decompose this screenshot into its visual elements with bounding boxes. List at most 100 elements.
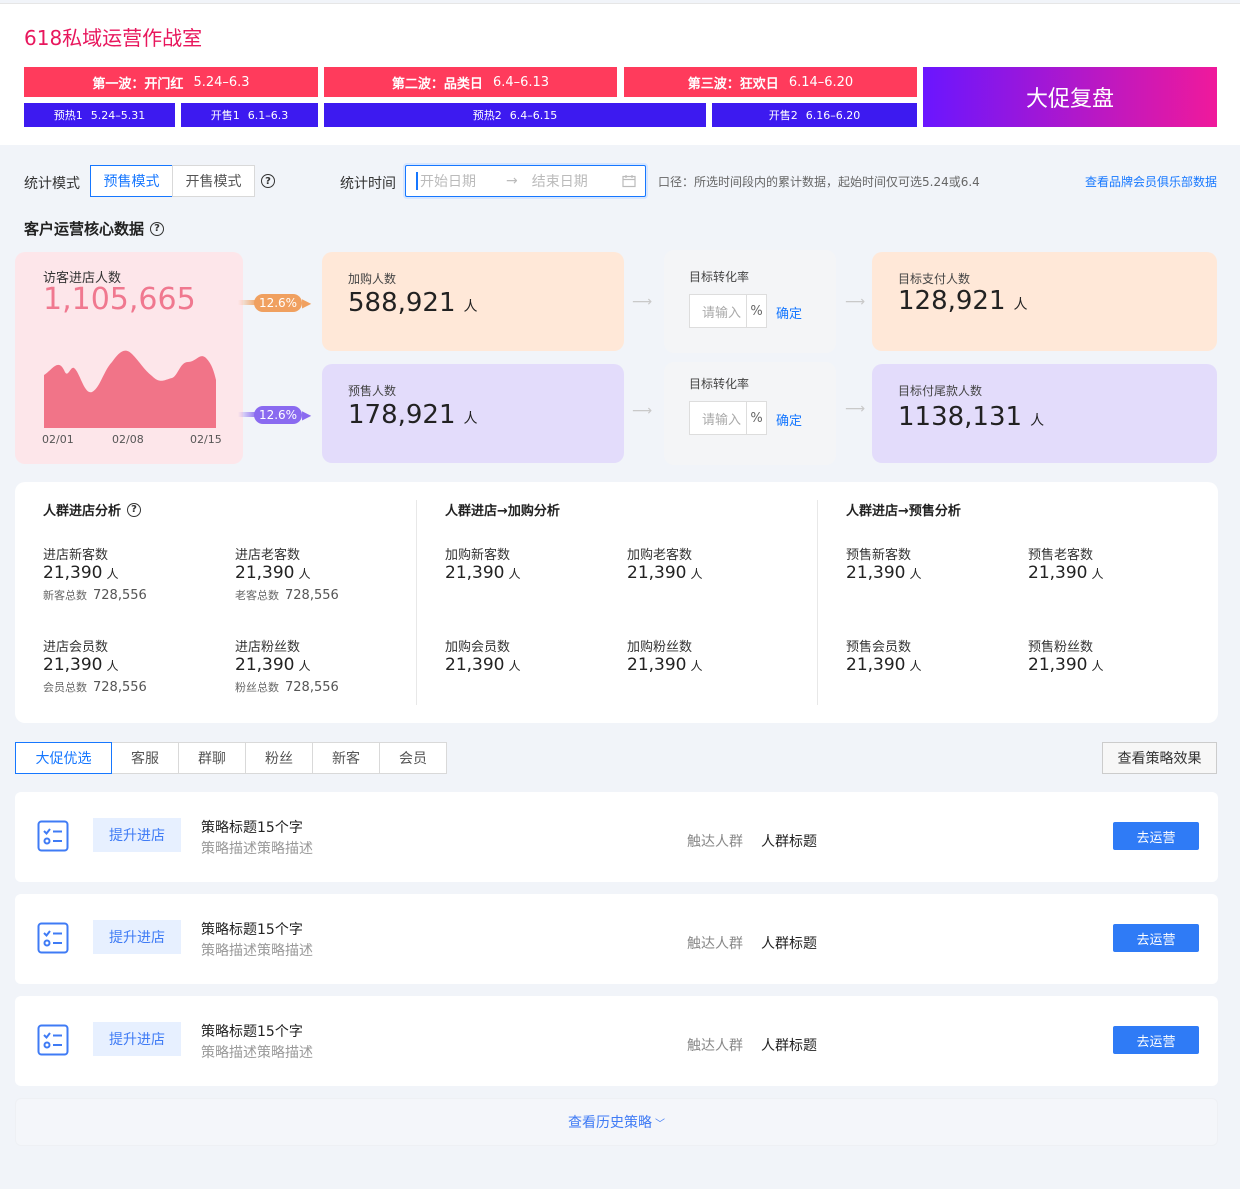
metric-value-row: 21,390 人 (627, 655, 703, 675)
reach-label: 触达人群 (687, 1038, 743, 1054)
metric-presale-old: 预售老客数 21,390 人 (1028, 544, 1104, 583)
checklist-icon (37, 820, 69, 852)
strategy-tag[interactable]: 提升进店 (93, 920, 181, 954)
wave-1-dates: 5.24–6.3 (193, 74, 250, 90)
metric-value-row: 21,390 人 (235, 563, 339, 583)
metric-cart-new: 加购新客数 21,390 人 (445, 544, 521, 583)
strategy-card: 提升进店 策略标题15个字 策略描述策略描述 触达人群 人群标题 去运营 (15, 792, 1218, 882)
metric-value-row: 21,390 人 (1028, 563, 1104, 583)
metric-unit: 人 (508, 567, 521, 581)
question-circle-icon[interactable]: ? (127, 502, 142, 517)
presale-analysis-title: 人群进店→预售分析 (846, 504, 961, 519)
sub-phase-3-name: 预热2 (472, 109, 502, 122)
metric-total-label: 会员总数 (43, 681, 87, 694)
x-tick-2: 02/08 (112, 433, 144, 446)
metric-unit: 人 (298, 567, 311, 581)
start-date-input[interactable]: 开始日期 (420, 171, 476, 191)
confirm-button-bottom[interactable]: 确定 (776, 410, 802, 429)
metric-presale-member: 预售会员数 21,390 人 (846, 636, 922, 675)
rate-pill-top: 12.6% (254, 294, 302, 312)
brand-club-link[interactable]: 查看品牌会员俱乐部数据 (1085, 173, 1217, 190)
tab-promo-picks[interactable]: 大促优选 (15, 742, 112, 774)
metric-label: 预售粉丝数 (1028, 640, 1094, 655)
arrow-right-icon: → (506, 173, 518, 189)
reach-label: 触达人群 (687, 936, 743, 952)
sub-phase-1-name: 预热1 (53, 109, 83, 122)
strategy-tag[interactable]: 提升进店 (93, 818, 181, 852)
core-data-title: 客户运营核心数据 ? (24, 218, 165, 239)
tab-fans[interactable]: 粉丝 (245, 742, 313, 774)
metric-value: 21,390 (445, 563, 505, 583)
visitor-sparkline (44, 350, 216, 428)
metric-value: 21,390 (1028, 655, 1088, 675)
metric-unit: 人 (1091, 567, 1104, 581)
sub-phase-1[interactable]: 预热1 5.24–5.31 (24, 103, 175, 127)
strategy-desc: 策略描述策略描述 (201, 943, 313, 959)
strategy-card: 提升进店 策略标题15个字 策略描述策略描述 触达人群 人群标题 去运营 (15, 996, 1218, 1086)
go-operate-button[interactable]: 去运营 (1113, 924, 1199, 952)
add-cart-label: 加购人数 (348, 272, 397, 286)
view-strategy-effect-button[interactable]: 查看策略效果 (1102, 742, 1217, 774)
tab-members[interactable]: 会员 (379, 742, 447, 774)
confirm-button-top[interactable]: 确定 (776, 303, 802, 322)
target-pay-unit: 人 (1013, 297, 1028, 313)
strategy-desc: 策略描述策略描述 (201, 1045, 313, 1061)
metric-total-row: 会员总数 728,556 (43, 679, 147, 695)
core-data-title-text: 客户运营核心数据 (24, 220, 145, 238)
checklist-icon (37, 922, 69, 954)
mode-switch: 预售模式 开售模式 (90, 165, 255, 197)
wave-2-dates: 6.4–6.13 (492, 74, 550, 90)
audience-title: 人群标题 (761, 1038, 817, 1054)
promo-review-button[interactable]: 大促复盘 (923, 67, 1217, 127)
divider (817, 500, 818, 705)
conversion-input-bottom[interactable]: 请输入 % (689, 401, 767, 435)
metric-total: 728,556 (285, 680, 339, 695)
metric-presale-new: 预售新客数 21,390 人 (846, 544, 922, 583)
view-history-strategies-link[interactable]: 查看历史策略 ﹀ (15, 1098, 1218, 1146)
go-operate-button[interactable]: 去运营 (1113, 1026, 1199, 1054)
target-pay-value: 128,921 (898, 286, 1006, 316)
metric-label: 进店会员数 (43, 640, 109, 655)
conversion-label-bottom: 目标转化率 (689, 377, 750, 391)
target-final-value: 1138,131 (898, 402, 1023, 432)
history-link-text: 查看历史策略 (568, 1115, 652, 1131)
metric-total: 728,556 (285, 588, 339, 603)
tab-customer-service[interactable]: 客服 (111, 742, 179, 774)
wave-2-name: 第二波：品类日 (391, 76, 483, 92)
x-tick-1: 02/01 (42, 433, 74, 446)
date-range-picker[interactable]: 开始日期 → 结束日期 (405, 165, 646, 197)
tab-group-chat[interactable]: 群聊 (178, 742, 246, 774)
presale-mode-button[interactable]: 预售模式 (90, 165, 173, 197)
target-final-label: 目标付尾款人数 (898, 384, 983, 398)
question-circle-icon[interactable]: ? (150, 221, 165, 236)
tab-new-customers[interactable]: 新客 (312, 742, 380, 774)
metric-unit: 人 (1091, 659, 1104, 673)
percent-suffix: % (746, 295, 766, 327)
sub-phase-2-dates: 6.1–6.3 (247, 108, 289, 122)
end-date-input[interactable]: 结束日期 (532, 171, 588, 191)
strategy-tag[interactable]: 提升进店 (93, 1022, 181, 1056)
wave-1-bar[interactable]: 第一波：开门红 5.24–6.3 (24, 67, 318, 97)
sub-phase-3[interactable]: 预热2 6.4–6.15 (324, 103, 706, 127)
onsale-mode-button[interactable]: 开售模式 (172, 165, 255, 197)
metric-cart-old: 加购老客数 21,390 人 (627, 544, 703, 583)
target-final-value-row: 1138,131 人 (898, 402, 1044, 432)
metric-label: 进店粉丝数 (235, 640, 301, 655)
metric-value: 21,390 (846, 655, 906, 675)
rate-pill-bottom: 12.6% (254, 406, 302, 424)
conversion-input-top[interactable]: 请输入 % (689, 294, 767, 328)
sub-phase-2[interactable]: 开售1 6.1–6.3 (181, 103, 318, 127)
metric-total-label: 新客总数 (43, 589, 87, 602)
metric-entry-member: 进店会员数 21,390 人 会员总数 728,556 (43, 636, 147, 695)
wave-2-bar[interactable]: 第二波：品类日 6.4–6.13 (324, 67, 617, 97)
question-circle-icon[interactable]: ? (261, 174, 275, 188)
entry-analysis-title-text: 人群进店分析 (43, 504, 122, 519)
metric-value: 21,390 (1028, 563, 1088, 583)
metric-value-row: 21,390 人 (846, 655, 922, 675)
metric-cart-member: 加购会员数 21,390 人 (445, 636, 521, 675)
wave-3-bar[interactable]: 第三波：狂欢日 6.14–6.20 (624, 67, 917, 97)
go-operate-button[interactable]: 去运营 (1113, 822, 1199, 850)
metric-value-row: 21,390 人 (445, 655, 521, 675)
sub-phase-4[interactable]: 开售2 6.16–6.20 (712, 103, 917, 127)
metric-unit: 人 (298, 659, 311, 673)
